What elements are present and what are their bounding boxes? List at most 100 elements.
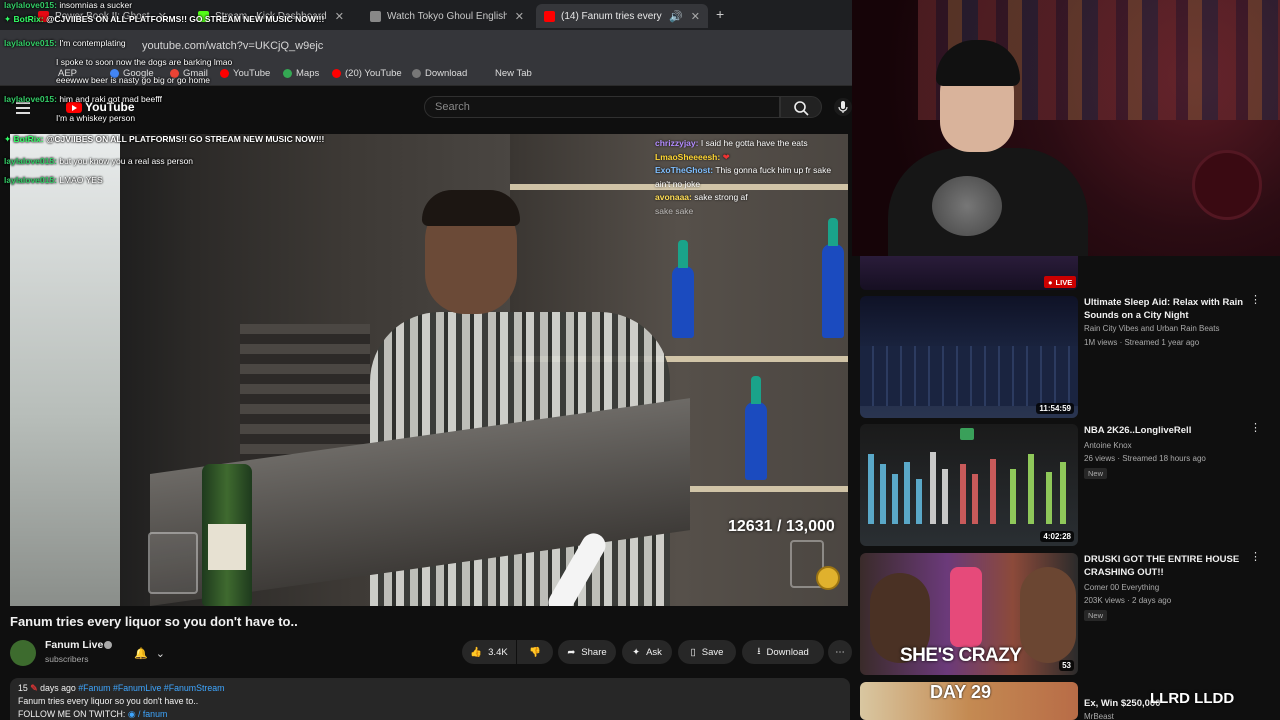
emote-icon: ❤ [722, 151, 730, 162]
bookmark-download[interactable]: Download [412, 68, 467, 79]
video-chat-line: avonaaa: sake strong af [655, 192, 748, 202]
microphone-foam [932, 176, 1002, 236]
chat-line: I spoke to soon now the dogs are barking… [56, 57, 233, 67]
webcam-feed [852, 0, 1280, 256]
rec-channel: Comer 00 Everything [1084, 583, 1160, 592]
video-chat-line: LmaoSheeeesh: ❤ [655, 151, 730, 162]
bookmark-youtube-20[interactable]: (20) YouTube [332, 68, 402, 79]
rec-title: Ultimate Sleep Aid: Relax with Rain Soun… [1084, 297, 1244, 321]
verified-icon [104, 641, 112, 649]
notification-bell-button[interactable]: 🔔 ⌄ [134, 641, 178, 665]
voice-search-button[interactable] [834, 98, 852, 116]
channel-row: Fanum Live subscribers 🔔 ⌄ 👍 3.4K 👎 ➦ Share… [10, 638, 852, 666]
close-tab-icon[interactable]: ✕ [515, 10, 524, 23]
screen: Power Book II: Ghost - Se ✕ Stream - Kic… [0, 0, 1280, 720]
more-horizontal-icon: ⋯ [835, 646, 845, 658]
glass [148, 532, 198, 594]
search-input[interactable]: Search [424, 96, 780, 118]
chat-line: I'm a whiskey person [56, 113, 136, 123]
chat-line: ✦ BotRix: @CJVIIBES ON ALL PLATFORMS!! G… [4, 134, 325, 144]
rec-channel: Antoine Knox [1084, 441, 1132, 450]
person-hair [422, 190, 520, 226]
live-badge: ● LIVE [1044, 276, 1077, 288]
stream-brand-subtext: LLRD LLDD [1150, 690, 1235, 707]
bell-icon: 🔔 [134, 647, 148, 660]
close-tab-icon[interactable]: ✕ [691, 10, 700, 23]
duration: 53 [1059, 660, 1074, 671]
rec-meta: 1M views · Streamed 1 year ago [1084, 338, 1200, 347]
rec-title: DRUSKI GOT THE ENTIRE HOUSE CRASHING OUT… [1084, 554, 1240, 578]
youtube-favicon-icon [544, 10, 555, 22]
cam-light [1192, 150, 1262, 220]
blue-bottle [672, 240, 694, 338]
globe-favicon-icon [370, 10, 381, 22]
rec-channel: MrBeast [1084, 712, 1114, 720]
green-bottle [202, 464, 252, 606]
bookmark-new-tab[interactable]: New Tab [495, 68, 532, 79]
like-button[interactable]: 👍 3.4K [462, 640, 516, 664]
duration: 11:54:59 [1036, 403, 1074, 414]
description-meta: 15 ✎ days ago #Fanum #FanumLive #FanumSt… [18, 683, 225, 693]
chat-line: laylalove015: LMAO YES [4, 175, 103, 185]
bookmark-maps[interactable]: Maps [283, 68, 319, 79]
rec-thumbnail[interactable]: 11:54:59 [860, 296, 1078, 418]
emoji-icon [816, 566, 840, 590]
chat-line: ✦ BotRix: @CJVIIBES ON ALL PLATFORMS!! G… [4, 14, 325, 24]
channel-name[interactable]: Fanum Live [45, 639, 103, 651]
chat-badge-icon: ✦ [4, 14, 12, 24]
rec-meta: 203K views · 2 days ago [1084, 596, 1172, 605]
download-button[interactable]: ⭳ Download [742, 640, 824, 664]
description-line: Fanum tries every liquor so you don't ha… [18, 696, 199, 706]
new-badge: New [1084, 468, 1108, 479]
tab-tokyo-ghoul[interactable]: Watch Tokyo Ghoul English Sub ✕ [362, 4, 532, 28]
sparkle-icon: ✦ [632, 646, 641, 658]
chat-line: laylalove015: I'm contemplating [4, 38, 126, 48]
more-vertical-icon[interactable]: ⋮ [1250, 423, 1261, 434]
more-actions-button[interactable]: ⋯ [828, 640, 852, 664]
overlay-scribble: ✎ [30, 683, 38, 693]
rec-thumbnail[interactable]: DAY 29 [860, 682, 1078, 720]
person-center [950, 567, 982, 647]
chat-badge-icon: ✦ [4, 134, 12, 144]
rain-city-art [860, 346, 1078, 406]
save-button[interactable]: ▯ Save [678, 640, 736, 664]
rec-channel: Rain City Vibes and Urban Rain Beats [1084, 324, 1220, 333]
duration: 4:02:28 [1040, 531, 1074, 542]
thumbs-down-icon: 👎 [529, 646, 541, 658]
dislike-button[interactable]: 👎 [517, 640, 553, 664]
more-vertical-icon[interactable]: ⋮ [1250, 295, 1261, 306]
tab-fanum-video[interactable]: (14) Fanum tries every liquor 🔊 ✕ [536, 4, 708, 28]
video-chat-overlay: chrizzyjay: I said he gotta have the eat… [655, 137, 845, 218]
chat-line: laylalove015: him and raki got mad beeff… [4, 94, 163, 104]
thumbs-up-icon: 👍 [470, 646, 483, 658]
new-tab-plus-icon[interactable]: + [716, 6, 724, 22]
viewer-goal-counter: 12631 / 13,000 [728, 518, 835, 535]
chat-line: laylalove015: but you know you a real as… [4, 156, 194, 166]
game-ui-art [868, 428, 1066, 524]
chevron-down-icon: ⌄ [155, 647, 165, 660]
thumbnail-caption: SHE'S CRAZY [900, 645, 1022, 666]
chat-line: eeewww beer is nasty go big or go home [56, 75, 211, 85]
description-box[interactable]: 15 ✎ days ago #Fanum #FanumLive #FanumSt… [10, 678, 850, 720]
download-arrow-icon: ⭳ [757, 646, 761, 657]
description-line: FOLLOW ME ON TWITCH: ◉ / fanum [18, 709, 168, 719]
bottle-label [208, 524, 246, 570]
url-text[interactable]: youtube.com/watch?v=UKCjQ_w9ejc [142, 40, 323, 52]
ask-button[interactable]: ✦ Ask [622, 640, 672, 664]
youtube-icon [332, 69, 341, 78]
search-button[interactable] [780, 96, 822, 118]
blue-bottle [745, 376, 767, 480]
speaker-icon[interactable]: 🔊 [669, 10, 683, 23]
rec-thumbnail[interactable]: 4:02:28 [860, 424, 1078, 546]
share-button[interactable]: ➦ Share [558, 640, 616, 664]
rec-meta: 26 views · Streamed 18 hours ago [1084, 454, 1206, 463]
rec-thumbnail[interactable]: SHE'S CRAZY 53 [860, 553, 1078, 675]
channel-avatar[interactable] [10, 640, 36, 666]
bookmark-icon: ▯ [690, 646, 696, 658]
person-right [1020, 567, 1076, 663]
more-vertical-icon[interactable]: ⋮ [1250, 552, 1261, 563]
thumbnail-caption: DAY 29 [930, 682, 992, 702]
close-tab-icon[interactable]: ✕ [335, 10, 344, 23]
twitch-icon: ◉ [127, 709, 136, 719]
video-window-scene [10, 134, 120, 606]
